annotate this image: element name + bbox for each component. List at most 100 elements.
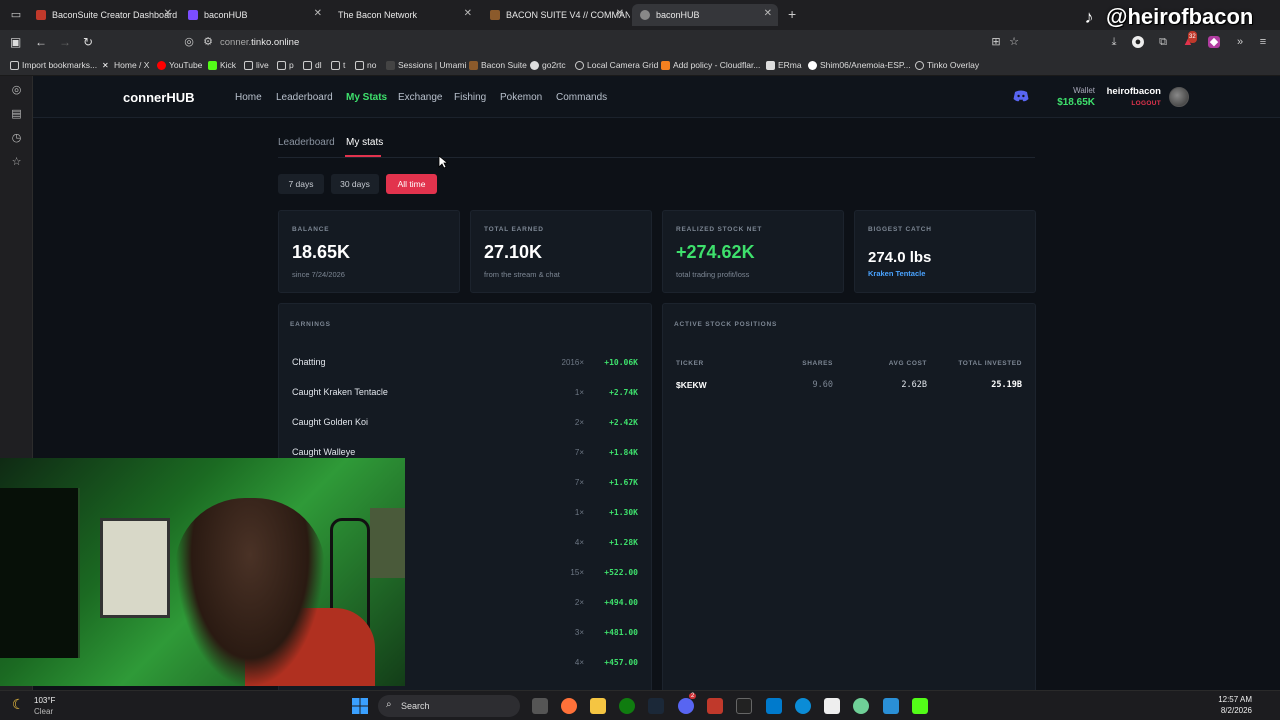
- nav-leaderboard[interactable]: Leaderboard: [276, 92, 333, 103]
- extensions-icon[interactable]: ⧉: [1157, 36, 1169, 48]
- vscode-icon[interactable]: [766, 698, 782, 714]
- moon-weather-icon[interactable]: ☾: [12, 696, 25, 713]
- bookmark-go2rtc[interactable]: go2rtc: [530, 60, 566, 70]
- bookmark-kick[interactable]: Kick: [208, 60, 236, 70]
- sidebar-toggle-icon[interactable]: ▣: [10, 35, 21, 49]
- avatar[interactable]: [1169, 87, 1189, 107]
- discord-taskbar-icon[interactable]: 2: [678, 693, 697, 714]
- bookmark-label: Import bookmarks...: [22, 60, 98, 70]
- card-value: 274.0 lbs: [868, 249, 932, 266]
- weather-temp[interactable]: 103°F: [34, 696, 55, 705]
- xbox-icon[interactable]: [619, 698, 635, 714]
- forward-icon[interactable]: →: [59, 35, 71, 49]
- balance-card: BALANCE 18.65K since 7/24/2026: [278, 210, 460, 293]
- clock-time[interactable]: 12:57 AM: [1200, 695, 1252, 704]
- close-icon[interactable]: ✕: [314, 8, 322, 19]
- bookmark-tinko-overlay[interactable]: Tinko Overlay: [915, 60, 979, 70]
- reload-icon[interactable]: ↻: [83, 35, 93, 49]
- range-all-time-button[interactable]: All time: [386, 174, 437, 194]
- bookmark-label: t: [343, 60, 346, 70]
- close-icon[interactable]: ✕: [464, 8, 472, 19]
- bookmark-label: go2rtc: [542, 60, 566, 70]
- url-field[interactable]: conner.tinko.online: [220, 37, 299, 48]
- subtab-leaderboard[interactable]: Leaderboard: [278, 137, 335, 148]
- notification-extension-icon[interactable]: ▲ 32: [1182, 31, 1197, 48]
- bookmark-folder-no[interactable]: no: [355, 60, 376, 70]
- firefox-icon[interactable]: [561, 698, 577, 714]
- card-sub: from the stream & chat: [484, 270, 560, 279]
- nav-my-stats[interactable]: My Stats: [346, 92, 387, 103]
- bookmark-folder-dl[interactable]: dl: [303, 60, 322, 70]
- bookmark-camera-grid[interactable]: Local Camera Grid: [575, 60, 658, 70]
- taskbar-search[interactable]: ⌕ Search: [378, 695, 520, 717]
- nav-commands[interactable]: Commands: [556, 92, 607, 103]
- browser-tab-baconhub-active[interactable]: baconHUB ✕: [632, 4, 778, 26]
- bookmark-github[interactable]: Shim06/Anemoia-ESP...: [808, 60, 911, 70]
- terminal-icon[interactable]: [736, 698, 752, 714]
- steam-icon[interactable]: [648, 698, 664, 714]
- range-7-days-button[interactable]: 7 days: [278, 174, 324, 194]
- menu-icon[interactable]: ≡: [1257, 36, 1269, 48]
- webcam-wall-portrait: [100, 518, 170, 618]
- photos-icon[interactable]: [883, 698, 899, 714]
- bookmark-import[interactable]: Import bookmarks...: [10, 60, 97, 70]
- extension-badge: 32: [1188, 31, 1197, 43]
- weather-condition[interactable]: Clear: [34, 707, 53, 716]
- more-chevrons-icon[interactable]: »: [1234, 36, 1246, 48]
- downloads-icon[interactable]: ⤓: [1108, 36, 1120, 48]
- subtab-my-stats[interactable]: My stats: [346, 137, 383, 148]
- position-ticker[interactable]: $KEKW: [676, 380, 707, 390]
- history-icon[interactable]: ◷: [10, 132, 23, 145]
- browser-app-icon[interactable]: [853, 698, 869, 714]
- red-app-icon[interactable]: [707, 698, 723, 714]
- bookmark-umami[interactable]: Sessions | Umami: [386, 60, 466, 70]
- reading-list-icon[interactable]: ▤: [10, 108, 23, 121]
- bookmark-bacon-suite[interactable]: Bacon Suite: [469, 60, 527, 70]
- close-icon[interactable]: ✕: [164, 8, 172, 19]
- taskbar: ☾ 103°F Clear ⌕ Search 2 12:57 AM 8/2/20…: [0, 690, 1280, 720]
- earnings-row: Caught Kraken Tentacle 1× +2.74K: [279, 380, 651, 410]
- ai-chat-icon[interactable]: ◎: [10, 84, 23, 97]
- page-settings-icon[interactable]: ⚙: [202, 36, 214, 48]
- windows-start-icon[interactable]: [352, 698, 368, 714]
- browser-tab-bacon-network[interactable]: The Bacon Network ✕: [330, 4, 478, 26]
- tab-list-icon[interactable]: ▭: [10, 9, 22, 21]
- edge-icon[interactable]: [795, 698, 811, 714]
- card-sub-link[interactable]: Kraken Tentacle: [868, 269, 925, 278]
- notepad-icon[interactable]: [824, 698, 840, 714]
- nav-fishing[interactable]: Fishing: [454, 92, 486, 103]
- range-30-days-button[interactable]: 30 days: [331, 174, 379, 194]
- site-info-icon[interactable]: ◎: [183, 36, 195, 48]
- favorites-icon[interactable]: ☆: [10, 156, 23, 169]
- bookmark-youtube[interactable]: YouTube: [157, 60, 202, 70]
- bookmark-folder-p[interactable]: p: [277, 60, 294, 70]
- task-view-icon[interactable]: [532, 698, 548, 714]
- bookmark-erma[interactable]: ERma: [766, 60, 802, 70]
- back-icon[interactable]: ←: [35, 35, 47, 49]
- nav-pokemon[interactable]: Pokemon: [500, 92, 542, 103]
- file-explorer-icon[interactable]: [590, 698, 606, 714]
- browser-tab-baconhub[interactable]: baconHUB ✕: [180, 4, 328, 26]
- clock-date[interactable]: 8/2/2026: [1200, 706, 1252, 715]
- browser-tab-creator-dashboard[interactable]: BaconSuite Creator Dashboard ✕: [28, 4, 178, 26]
- nav-home[interactable]: Home: [235, 92, 262, 103]
- bookmark-star-icon[interactable]: ☆: [1008, 36, 1020, 48]
- kick-app-icon[interactable]: [912, 698, 928, 714]
- site-favicon-icon: [490, 10, 500, 20]
- browser-tab-bacon-suite[interactable]: BACON SUITE V4 // COMMAND ✕: [482, 4, 630, 26]
- discord-icon[interactable]: [1013, 90, 1029, 102]
- new-tab-icon[interactable]: +: [788, 6, 796, 22]
- bookmark-x[interactable]: ✕ Home / X: [102, 60, 149, 70]
- nav-exchange[interactable]: Exchange: [398, 92, 442, 103]
- install-app-icon[interactable]: ⊞: [990, 36, 1002, 48]
- close-icon[interactable]: ✕: [616, 8, 624, 19]
- profile-extension-icon[interactable]: ●: [1132, 36, 1144, 48]
- column-header-ticker: TICKER: [676, 360, 704, 367]
- site-brand[interactable]: connerHUB: [123, 90, 195, 105]
- close-icon[interactable]: ✕: [764, 8, 772, 19]
- bookmark-folder-live[interactable]: live: [244, 60, 269, 70]
- purple-extension-icon[interactable]: ◆: [1208, 36, 1220, 48]
- bookmark-cloudflare[interactable]: Add policy - Cloudflar...: [661, 60, 760, 70]
- logout-link[interactable]: LOGOUT: [1103, 100, 1161, 107]
- bookmark-folder-t[interactable]: t: [331, 60, 345, 70]
